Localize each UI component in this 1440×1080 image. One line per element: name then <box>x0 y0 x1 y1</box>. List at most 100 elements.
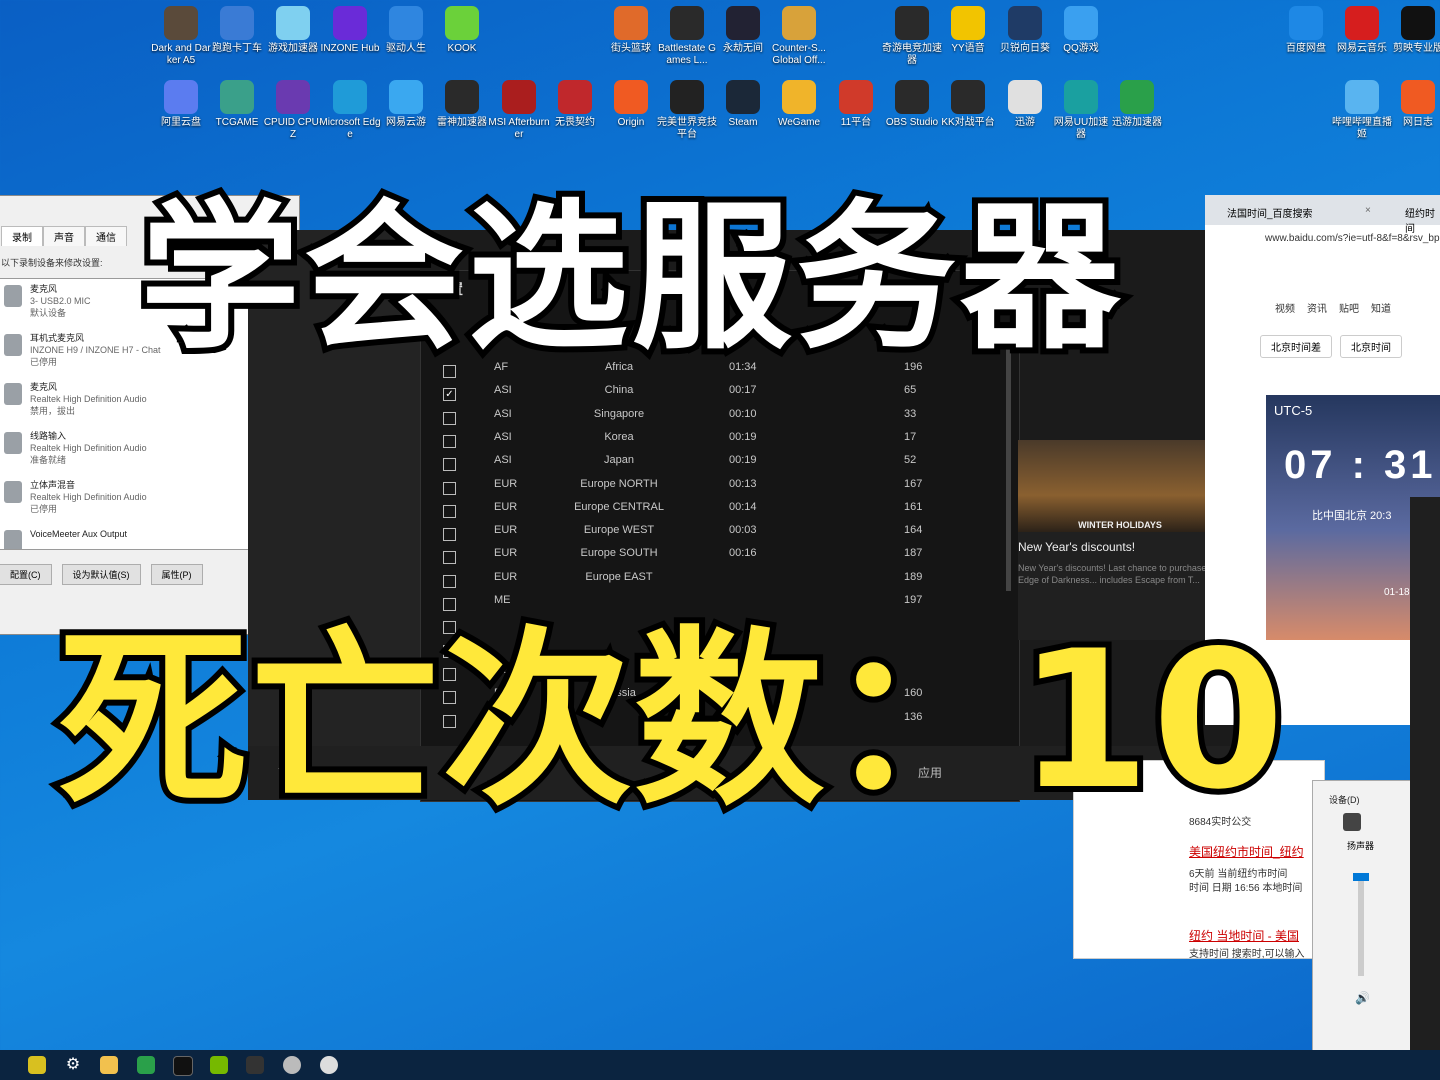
server-name: Europe WEST <box>583 524 655 537</box>
server-checkbox[interactable] <box>443 434 456 448</box>
volume-slider-thumb[interactable] <box>1353 873 1369 881</box>
desktop-icon[interactable]: INZONE Hub <box>319 6 381 55</box>
tab-recording[interactable]: 录制 <box>1 226 43 246</box>
desktop-icon[interactable]: 网易云游 <box>375 80 437 129</box>
app-icon <box>1345 80 1379 114</box>
chip-beijing-time[interactable]: 北京时间 <box>1340 335 1402 358</box>
desktop-icon[interactable]: 迅游 <box>994 80 1056 129</box>
result-link[interactable]: 纽约 当地时间 - 美国 <box>1189 927 1299 944</box>
toolbar-tieba[interactable]: 贴吧 <box>1339 300 1359 315</box>
speaker-icon[interactable]: 🔊 <box>1355 991 1370 1005</box>
desktop-icon-label: OBS Studio <box>885 117 939 128</box>
desktop-icon[interactable]: 阿里云盘 <box>150 80 212 129</box>
desktop-icon[interactable]: 网易云音乐 <box>1331 6 1393 55</box>
desktop-icon[interactable]: Battlestate Games L... <box>656 6 718 67</box>
desktop-icon[interactable]: OBS Studio <box>881 80 943 129</box>
server-count: 65 <box>904 384 917 397</box>
desktop-icon-label: TCGAME <box>215 117 259 128</box>
recording-device-item[interactable]: 线路输入 Realtek High Definition Audio 准备就绪 <box>0 426 286 475</box>
chip-time-diff[interactable]: 北京时间差 <box>1260 335 1332 358</box>
desktop-icon[interactable]: KOOK <box>431 6 493 55</box>
toolbar-video[interactable]: 视频 <box>1275 300 1295 315</box>
desktop-icon[interactable]: Origin <box>600 80 662 129</box>
desktop-icon-label: Counter-S... Global Off... <box>772 43 826 66</box>
taskbar-app-icon[interactable] <box>283 1056 301 1074</box>
server-checkbox[interactable] <box>443 481 456 495</box>
timezone-label: UTC-5 <box>1274 403 1313 418</box>
app-icon <box>445 80 479 114</box>
server-row[interactable]: EUR Europe WEST 00:03 164 <box>439 524 999 546</box>
dialog-hint: 以下录制设备来修改设置: <box>1 258 103 268</box>
desktop-icon[interactable]: TCGAME <box>206 80 268 129</box>
desktop-icon[interactable]: 跑跑卡丁车 <box>206 6 268 55</box>
server-checkbox[interactable] <box>443 411 456 425</box>
desktop-icon[interactable]: 网易UU加速器 <box>1050 80 1112 141</box>
configure-button[interactable]: 配置(C) <box>0 564 52 585</box>
gear-icon[interactable]: ⚙ <box>64 1056 82 1074</box>
taskbar-app-icon[interactable] <box>320 1056 338 1074</box>
desktop-icon[interactable]: 永劫无间 <box>712 6 774 55</box>
app-icon <box>276 80 310 114</box>
desktop-icon[interactable]: 贝锐向日葵 <box>994 6 1056 55</box>
desktop-icon[interactable]: Steam <box>712 80 774 129</box>
result-link[interactable]: 美国纽约市时间_纽约 <box>1189 843 1304 860</box>
server-checkbox[interactable] <box>443 458 456 472</box>
toolbar-zhidao[interactable]: 知道 <box>1371 300 1391 315</box>
server-checkbox[interactable]: ✓ <box>443 388 456 402</box>
server-row[interactable]: ASI Singapore 00:10 33 <box>439 408 999 430</box>
server-region: EUR <box>494 500 518 513</box>
desktop-icon[interactable]: Dark and Darker A5 <box>150 6 212 67</box>
desktop-icon[interactable]: 完美世界竞技平台 <box>656 80 718 141</box>
device-name: 立体声混音 <box>30 480 76 490</box>
desktop-icon[interactable]: Counter-S... Global Off... <box>768 6 830 67</box>
folder-icon[interactable] <box>100 1056 118 1074</box>
recording-device-item[interactable]: 立体声混音 Realtek High Definition Audio 已停用 <box>0 475 286 524</box>
desktop-icon[interactable]: 驱动人生 <box>375 6 437 55</box>
desktop-icon[interactable]: 奇游电竞加速器 <box>881 6 943 67</box>
taskbar-app-icon[interactable] <box>173 1056 193 1076</box>
desktop-icon-label: 雷神加速器 <box>437 117 487 128</box>
server-checkbox[interactable] <box>443 551 456 565</box>
server-name: Korea <box>604 430 634 443</box>
desktop-icon[interactable]: WeGame <box>768 80 830 129</box>
desktop-icon[interactable]: CPUID CPU-Z <box>262 80 324 141</box>
desktop-icon[interactable]: 百度网盘 <box>1275 6 1337 55</box>
recording-device-item[interactable]: 麦克风 Realtek High Definition Audio 禁用，拔出 <box>0 377 286 426</box>
desktop-icon[interactable]: 剪映专业版 <box>1387 6 1440 55</box>
volume-slider-track[interactable] <box>1358 876 1364 976</box>
desktop-icon[interactable]: 11平台 <box>825 80 887 129</box>
desktop-icon[interactable]: 无畏契约 <box>544 80 606 129</box>
server-name: Singapore <box>593 407 645 420</box>
close-icon[interactable]: × <box>1365 205 1371 216</box>
server-checkbox[interactable] <box>443 504 456 518</box>
toolbar-news[interactable]: 资讯 <box>1307 300 1327 315</box>
desktop-icon[interactable]: 迅游加速器 <box>1106 80 1168 129</box>
desktop-icon[interactable]: 雷神加速器 <box>431 80 493 129</box>
taskbar-app-icon[interactable] <box>210 1056 228 1074</box>
tab-communications[interactable]: 通信 <box>85 226 127 246</box>
desktop-icon[interactable]: MSI Afterburner <box>488 80 550 141</box>
desktop-icon[interactable]: YY语音 <box>937 6 999 55</box>
server-row[interactable]: ASI Korea 00:19 17 <box>439 431 999 453</box>
server-row[interactable]: ✓ ASI China 00:17 65 <box>439 384 999 406</box>
server-row[interactable]: ASI Japan 00:19 52 <box>439 454 999 476</box>
browser-tab-2[interactable]: 纽约时间 <box>1405 205 1440 235</box>
server-checkbox[interactable] <box>443 528 456 542</box>
recording-device-item[interactable]: VoiceMeeter Aux Output <box>0 524 286 549</box>
desktop-icon[interactable]: 哔哩哔哩直播姬 <box>1331 80 1393 141</box>
desktop-icon[interactable]: 街头篮球 <box>600 6 662 55</box>
tab-sounds[interactable]: 声音 <box>43 226 85 246</box>
server-count: 164 <box>904 524 923 537</box>
taskbar-app-icon[interactable] <box>28 1056 46 1074</box>
desktop-icon[interactable]: KK对战平台 <box>937 80 999 129</box>
taskbar-app-icon[interactable] <box>246 1056 264 1074</box>
desktop-icon[interactable]: Microsoft Edge <box>319 80 381 141</box>
desktop-icon[interactable]: 网日志 <box>1387 80 1440 129</box>
browser-tab-1[interactable]: 法国时间_百度搜索 <box>1227 205 1313 220</box>
desktop-icon[interactable]: QQ游戏 <box>1050 6 1112 55</box>
taskbar-app-icon[interactable] <box>137 1056 155 1074</box>
desktop-icon[interactable]: 游戏加速器 <box>262 6 324 55</box>
server-row[interactable]: EUR Europe NORTH 00:13 167 <box>439 478 999 500</box>
server-row[interactable]: EUR Europe CENTRAL 00:14 161 <box>439 501 999 523</box>
desktop-icon-label: KK对战平台 <box>941 117 995 128</box>
